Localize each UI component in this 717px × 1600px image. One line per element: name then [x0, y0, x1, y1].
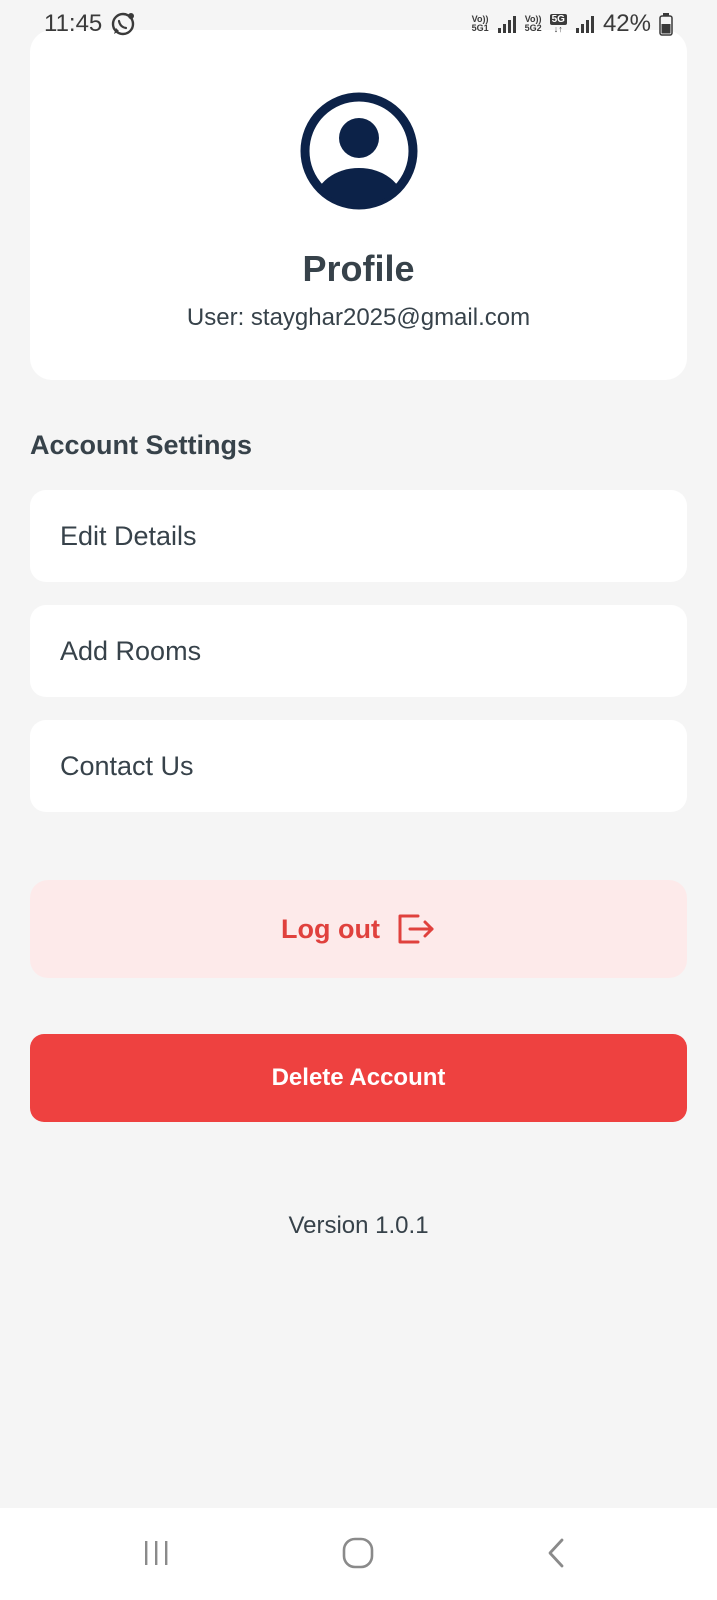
delete-account-label: Delete Account [271, 1064, 446, 1091]
signal-icon [497, 16, 516, 33]
add-rooms-item[interactable]: Add Rooms [30, 605, 687, 697]
status-left: 11:45 [44, 10, 136, 38]
home-icon [342, 1537, 374, 1569]
version-text: Version 1.0.1 [288, 1212, 429, 1239]
profile-user-email: User: stayghar2025@gmail.com [186, 304, 531, 331]
recent-apps-icon [145, 1541, 168, 1565]
logout-button[interactable]: Log out [30, 880, 687, 978]
network-5g-label: 5G ↓↑ [549, 14, 567, 34]
battery-percent: 42% [602, 10, 651, 37]
edit-details-item[interactable]: Edit Details [30, 490, 687, 582]
data-arrows-icon: ↓↑ [553, 24, 563, 34]
status-right: Vo)) 5G1 Vo)) 5G2 5G ↓↑ 42% [472, 10, 673, 38]
status-time: 11:45 [44, 10, 103, 37]
home-button[interactable] [328, 1528, 388, 1578]
back-icon [548, 1538, 564, 1568]
account-settings-heading: Account Settings [30, 430, 253, 460]
logout-label: Log out [281, 913, 380, 944]
signal-icon [575, 16, 594, 33]
back-button[interactable] [527, 1528, 587, 1578]
add-rooms-label: Add Rooms [60, 635, 202, 666]
user-circle-icon [300, 92, 418, 210]
contact-us-item[interactable]: Contact Us [30, 720, 687, 812]
delete-account-button[interactable]: Delete Account [30, 1034, 687, 1122]
profile-card: Profile User: stayghar2025@gmail.com [30, 30, 687, 380]
sim2-label: Vo)) 5G2 [524, 14, 542, 33]
whatsapp-icon [112, 12, 135, 36]
profile-title: Profile [302, 248, 415, 289]
contact-us-label: Contact Us [60, 750, 194, 781]
navigation-bar [0, 1508, 717, 1600]
recent-apps-button[interactable] [126, 1528, 186, 1578]
sim1-label: Vo)) 5G1 [471, 14, 489, 33]
status-bar: 11:45 Vo)) 5G1 Vo)) 5G2 5G ↓↑ 42% [0, 0, 717, 48]
logout-arrow-icon [398, 914, 434, 944]
battery-icon [659, 13, 673, 36]
edit-details-label: Edit Details [60, 520, 197, 551]
